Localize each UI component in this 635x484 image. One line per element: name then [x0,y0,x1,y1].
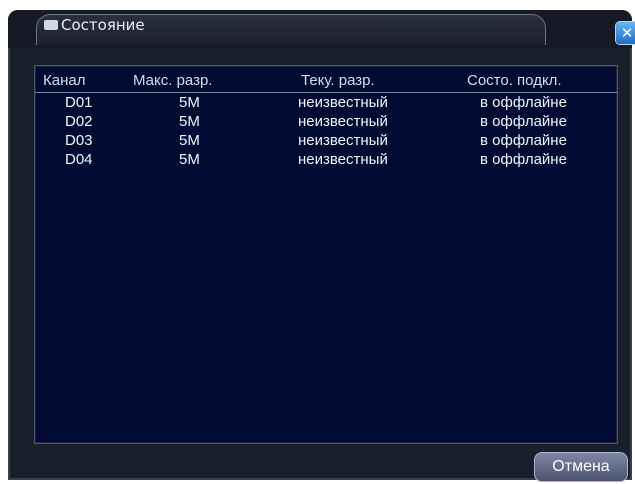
conn-state-cell: в оффлайне [480,151,567,168]
table-row: D01 5M неизвестный в оффлайне [35,94,617,112]
channel-cell: D03 [65,132,93,149]
channel-status-table: Канал Макс. разр. Теку. разр. Состо. под… [34,65,618,444]
header-max-resolution: Макс. разр. [133,72,213,89]
window-icon [44,20,58,30]
max-res-cell: 5M [179,132,200,149]
header-channel: Канал [43,72,86,89]
channel-cell: D04 [65,151,93,168]
cancel-button[interactable]: Отмена [534,452,628,482]
max-res-cell: 5M [179,113,200,130]
max-res-cell: 5M [179,94,200,111]
table-row: D03 5M неизвестный в оффлайне [35,132,617,150]
channel-cell: D02 [65,113,93,130]
table-row: D04 5M неизвестный в оффлайне [35,151,617,169]
table-row: D02 5M неизвестный в оффлайне [35,113,617,131]
conn-state-cell: в оффлайне [480,94,567,111]
dialog-title: Состояние [61,16,145,34]
header-current-resolution: Теку. разр. [301,72,375,89]
close-icon[interactable]: ✕ [616,22,635,44]
cur-res-cell: неизвестный [298,132,388,149]
conn-state-cell: в оффлайне [480,132,567,149]
status-dialog: Состояние ✕ Канал Макс. разр. Теку. разр… [8,10,635,482]
title-bar: Состояние ✕ [8,10,635,48]
conn-state-cell: в оффлайне [480,113,567,130]
cur-res-cell: неизвестный [298,113,388,130]
channel-cell: D01 [65,94,93,111]
cur-res-cell: неизвестный [298,94,388,111]
max-res-cell: 5M [179,151,200,168]
table-header: Канал Макс. разр. Теку. разр. Состо. под… [35,72,617,93]
cur-res-cell: неизвестный [298,151,388,168]
header-connection-state: Состо. подкл. [467,72,562,89]
